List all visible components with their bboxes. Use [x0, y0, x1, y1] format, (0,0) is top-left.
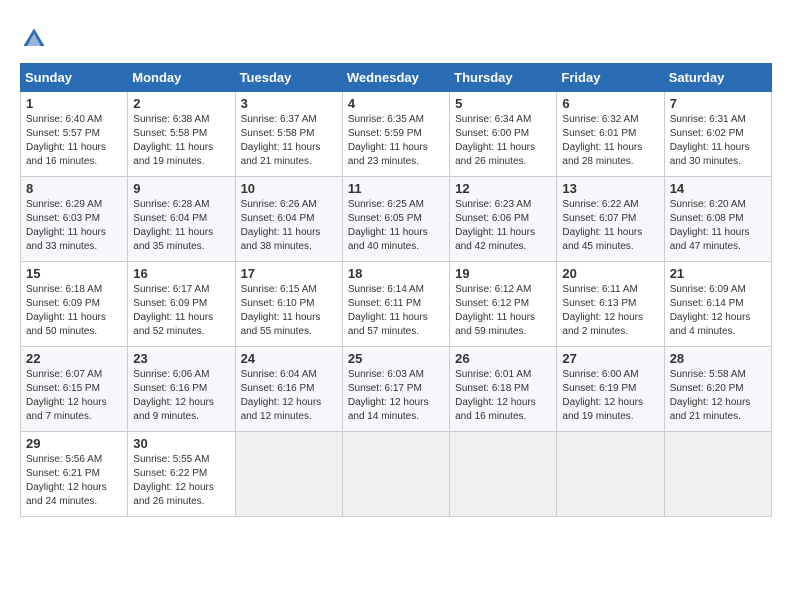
week-row: 29 Sunrise: 5:56 AMSunset: 6:21 PMDaylig… — [21, 432, 772, 517]
table-row: 30 Sunrise: 5:55 AMSunset: 6:22 PMDaylig… — [128, 432, 235, 517]
table-row: 3 Sunrise: 6:37 AMSunset: 5:58 PMDayligh… — [235, 92, 342, 177]
calendar-table: Sunday Monday Tuesday Wednesday Thursday… — [20, 63, 772, 517]
header-row: Sunday Monday Tuesday Wednesday Thursday… — [21, 64, 772, 92]
table-row: 22 Sunrise: 6:07 AMSunset: 6:15 PMDaylig… — [21, 347, 128, 432]
table-row: 19 Sunrise: 6:12 AMSunset: 6:12 PMDaylig… — [450, 262, 557, 347]
logo-icon — [20, 25, 48, 53]
week-row: 22 Sunrise: 6:07 AMSunset: 6:15 PMDaylig… — [21, 347, 772, 432]
table-row: 17 Sunrise: 6:15 AMSunset: 6:10 PMDaylig… — [235, 262, 342, 347]
logo — [20, 25, 52, 53]
table-row: 27 Sunrise: 6:00 AMSunset: 6:19 PMDaylig… — [557, 347, 664, 432]
table-row: 4 Sunrise: 6:35 AMSunset: 5:59 PMDayligh… — [342, 92, 449, 177]
week-row: 15 Sunrise: 6:18 AMSunset: 6:09 PMDaylig… — [21, 262, 772, 347]
table-row: 25 Sunrise: 6:03 AMSunset: 6:17 PMDaylig… — [342, 347, 449, 432]
table-row: 18 Sunrise: 6:14 AMSunset: 6:11 PMDaylig… — [342, 262, 449, 347]
col-tuesday: Tuesday — [235, 64, 342, 92]
col-sunday: Sunday — [21, 64, 128, 92]
col-thursday: Thursday — [450, 64, 557, 92]
table-row: 10 Sunrise: 6:26 AMSunset: 6:04 PMDaylig… — [235, 177, 342, 262]
table-row: 13 Sunrise: 6:22 AMSunset: 6:07 PMDaylig… — [557, 177, 664, 262]
table-row: 21 Sunrise: 6:09 AMSunset: 6:14 PMDaylig… — [664, 262, 771, 347]
table-row: 11 Sunrise: 6:25 AMSunset: 6:05 PMDaylig… — [342, 177, 449, 262]
table-row: 14 Sunrise: 6:20 AMSunset: 6:08 PMDaylig… — [664, 177, 771, 262]
table-row: 28 Sunrise: 5:58 AMSunset: 6:20 PMDaylig… — [664, 347, 771, 432]
week-row: 1 Sunrise: 6:40 AMSunset: 5:57 PMDayligh… — [21, 92, 772, 177]
table-row: 8 Sunrise: 6:29 AMSunset: 6:03 PMDayligh… — [21, 177, 128, 262]
table-row: 23 Sunrise: 6:06 AMSunset: 6:16 PMDaylig… — [128, 347, 235, 432]
table-row: 16 Sunrise: 6:17 AMSunset: 6:09 PMDaylig… — [128, 262, 235, 347]
col-wednesday: Wednesday — [342, 64, 449, 92]
col-monday: Monday — [128, 64, 235, 92]
table-row: 20 Sunrise: 6:11 AMSunset: 6:13 PMDaylig… — [557, 262, 664, 347]
table-row: 12 Sunrise: 6:23 AMSunset: 6:06 PMDaylig… — [450, 177, 557, 262]
page-header — [20, 20, 772, 53]
empty-cell — [557, 432, 664, 517]
table-row: 7 Sunrise: 6:31 AMSunset: 6:02 PMDayligh… — [664, 92, 771, 177]
table-row: 9 Sunrise: 6:28 AMSunset: 6:04 PMDayligh… — [128, 177, 235, 262]
table-row: 1 Sunrise: 6:40 AMSunset: 5:57 PMDayligh… — [21, 92, 128, 177]
col-saturday: Saturday — [664, 64, 771, 92]
table-row: 24 Sunrise: 6:04 AMSunset: 6:16 PMDaylig… — [235, 347, 342, 432]
week-row: 8 Sunrise: 6:29 AMSunset: 6:03 PMDayligh… — [21, 177, 772, 262]
table-row: 15 Sunrise: 6:18 AMSunset: 6:09 PMDaylig… — [21, 262, 128, 347]
empty-cell — [664, 432, 771, 517]
table-row: 26 Sunrise: 6:01 AMSunset: 6:18 PMDaylig… — [450, 347, 557, 432]
empty-cell — [235, 432, 342, 517]
table-row: 5 Sunrise: 6:34 AMSunset: 6:00 PMDayligh… — [450, 92, 557, 177]
table-row: 2 Sunrise: 6:38 AMSunset: 5:58 PMDayligh… — [128, 92, 235, 177]
empty-cell — [342, 432, 449, 517]
table-row: 29 Sunrise: 5:56 AMSunset: 6:21 PMDaylig… — [21, 432, 128, 517]
empty-cell — [450, 432, 557, 517]
col-friday: Friday — [557, 64, 664, 92]
table-row: 6 Sunrise: 6:32 AMSunset: 6:01 PMDayligh… — [557, 92, 664, 177]
